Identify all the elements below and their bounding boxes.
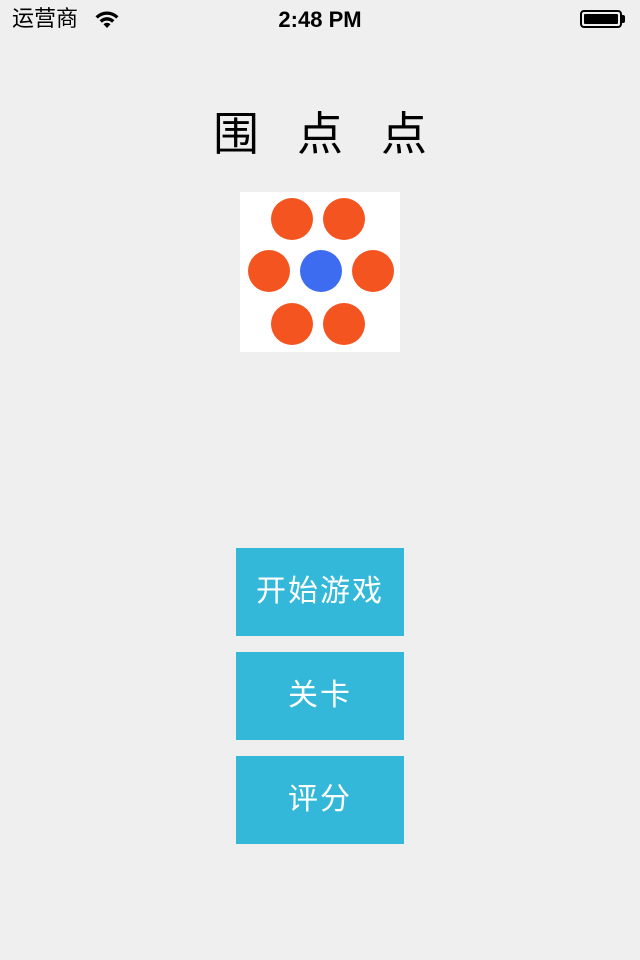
game-title: 围点点 [213, 107, 465, 161]
status-time: 2:48 PM [278, 7, 362, 32]
logo-dot [323, 198, 365, 240]
logo-dot [271, 303, 313, 345]
battery-fill [584, 14, 618, 24]
logo-dot [323, 303, 365, 345]
battery-body [580, 10, 622, 28]
logo-dot [271, 198, 313, 240]
rate-button[interactable]: 评分 [236, 756, 404, 844]
dots-logo-icon [240, 192, 400, 352]
start-game-button[interactable]: 开始游戏 [236, 548, 404, 636]
levels-button[interactable]: 关卡 [236, 652, 404, 740]
logo-center-dot [300, 250, 342, 292]
logo-dot [248, 250, 290, 292]
logo-dot [352, 250, 394, 292]
battery-tip [622, 15, 625, 23]
battery-icon [580, 10, 628, 30]
status-bar: 运营商 2:48 PM [0, 0, 640, 40]
